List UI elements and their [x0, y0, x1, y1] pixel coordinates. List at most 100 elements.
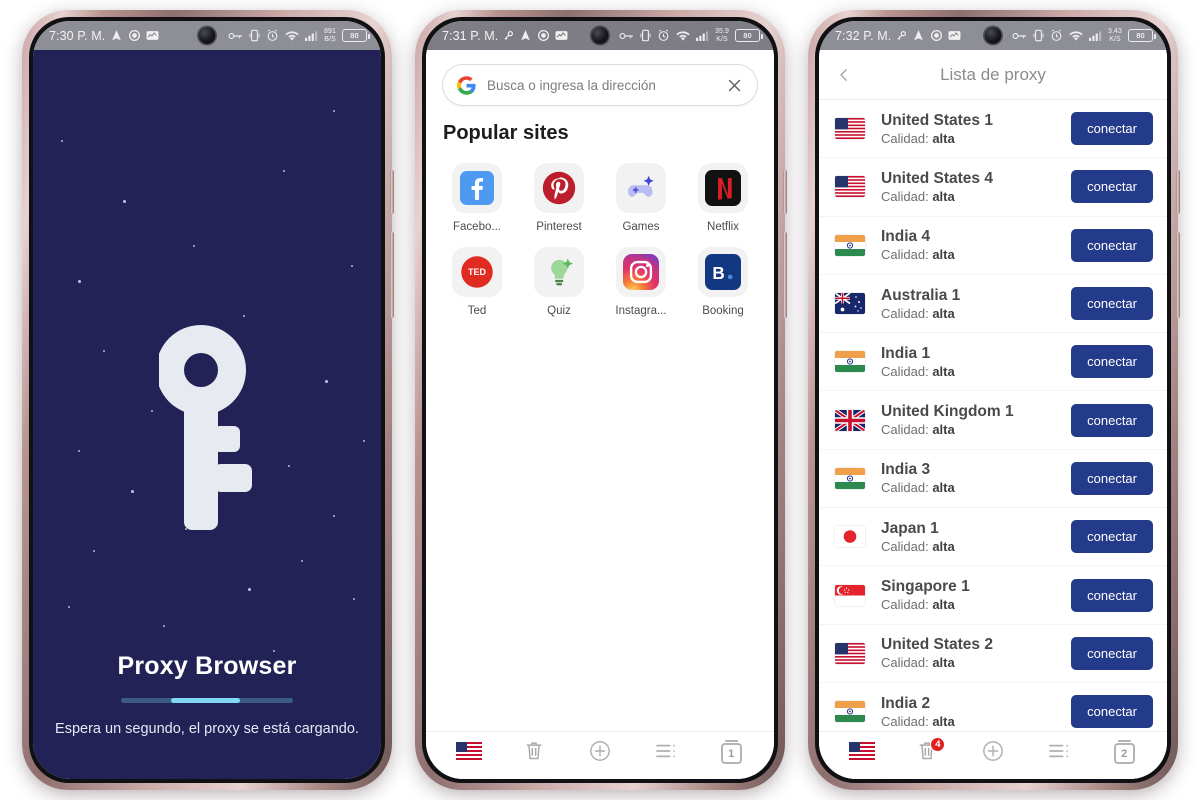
- toolbar-tabs-button[interactable]: 2: [1102, 737, 1146, 771]
- connect-button[interactable]: conectar: [1071, 287, 1153, 321]
- connect-button[interactable]: conectar: [1071, 578, 1153, 612]
- jp-flag-icon: [835, 526, 865, 548]
- quality-label: Calidad:: [881, 130, 929, 146]
- au-flag-icon: [835, 293, 865, 315]
- proxy-row[interactable]: India 4 Calidad: alta conectar: [819, 217, 1167, 275]
- toolbar-trash-button[interactable]: [512, 737, 556, 771]
- phone-3-volume-button[interactable]: [1176, 170, 1180, 214]
- site-tile-label: Booking: [702, 305, 744, 317]
- proxy-quality: Calidad: alta: [881, 596, 1071, 613]
- close-icon[interactable]: [726, 77, 743, 94]
- network-speed-indicator: 35.9 K/S: [715, 28, 729, 43]
- screenshot-stage: 7:30 P. M. 891 B/S 80 Proxy Browser Espe…: [0, 0, 1200, 800]
- toolbar-add-tab-button[interactable]: [578, 737, 622, 771]
- wifi-icon: [676, 30, 690, 42]
- proxy-row[interactable]: United States 2 Calidad: alta conectar: [819, 625, 1167, 683]
- proxy-quality: Calidad: alta: [881, 130, 1071, 147]
- status-bar-left: 7:32 P. M.: [835, 29, 961, 43]
- phone-3-power-button[interactable]: [1176, 232, 1180, 318]
- vibrate-icon: [249, 29, 260, 42]
- connect-button[interactable]: conectar: [1071, 112, 1153, 146]
- proxy-row[interactable]: India 2 Calidad: alta conectar: [819, 683, 1167, 731]
- connect-button[interactable]: conectar: [1071, 170, 1153, 204]
- proxy-quality: Calidad: alta: [881, 188, 1071, 205]
- chevron-left-icon[interactable]: [835, 66, 855, 84]
- quality-label: Calidad:: [881, 597, 929, 613]
- wifi-icon: [1069, 30, 1083, 42]
- site-tile-quiz[interactable]: Quiz: [518, 239, 600, 319]
- phone-2-screen: 7:31 P. M. 35.9 K/S 80 Busca o ingresa l…: [426, 21, 774, 779]
- site-tile-pinterest[interactable]: Pinterest: [518, 155, 600, 235]
- quality-label: Calidad:: [881, 480, 929, 496]
- quality-label: Calidad:: [881, 363, 929, 379]
- quality-label: Calidad:: [881, 247, 929, 263]
- vpn-key-icon: [1012, 30, 1027, 42]
- proxy-list[interactable]: United States 1 Calidad: alta conectar Unit…: [819, 100, 1167, 731]
- status-bar: 7:32 P. M. 3.43 K/S 80: [819, 21, 1167, 50]
- search-bar[interactable]: Busca o ingresa la dirección: [442, 64, 758, 106]
- signal-icon: [1088, 30, 1102, 42]
- browser-toolbar: 4 2: [819, 731, 1167, 779]
- phone-2-volume-button[interactable]: [783, 170, 787, 214]
- phone-2-power-button[interactable]: [783, 232, 787, 318]
- loading-message: Espera un segundo, el proxy se está carg…: [55, 721, 359, 737]
- us-flag-icon: [455, 742, 482, 765]
- toolbar-menu-button[interactable]: [644, 737, 688, 771]
- proxy-quality: Calidad: alta: [881, 305, 1071, 322]
- quality-value: alta: [932, 247, 955, 263]
- proxy-row[interactable]: Singapore 1 Calidad: alta conectar: [819, 566, 1167, 625]
- chart-icon: [555, 29, 568, 42]
- quality-value: alta: [932, 713, 955, 729]
- sg-flag-icon: [835, 584, 865, 606]
- gb-flag-icon: [835, 409, 865, 431]
- proxy-name: India 2: [881, 694, 931, 712]
- connect-button[interactable]: conectar: [1071, 403, 1153, 437]
- toolbar-add-tab-button[interactable]: [971, 737, 1015, 771]
- toolbar-tabs-button[interactable]: 1: [709, 737, 753, 771]
- connect-button[interactable]: conectar: [1071, 636, 1153, 670]
- toolbar-trash-button[interactable]: 4: [905, 736, 949, 771]
- site-tile-instagram[interactable]: Instagra...: [600, 239, 682, 319]
- proxy-row[interactable]: India 3 Calidad: alta conectar: [819, 450, 1167, 509]
- connect-button[interactable]: conectar: [1071, 345, 1153, 379]
- proxy-info: United States 2 Calidad: alta: [881, 635, 1071, 671]
- pinterest-icon: [534, 163, 584, 213]
- connect-button[interactable]: conectar: [1071, 695, 1153, 729]
- toolbar-country-flag-button[interactable]: [447, 737, 491, 771]
- phone-3-bezel: 7:32 P. M. 3.43 K/S 80 Lista de proxy Un…: [815, 17, 1171, 783]
- connect-button[interactable]: conectar: [1071, 461, 1153, 495]
- proxy-name: India 4: [881, 228, 931, 246]
- proxy-row[interactable]: Australia 1 Calidad: alta conectar: [819, 275, 1167, 334]
- trash-count-badge: 4: [930, 736, 946, 752]
- proxy-row[interactable]: Japan 1 Calidad: alta conectar: [819, 508, 1167, 567]
- proxy-info: India 2 Calidad: alta: [881, 694, 1071, 730]
- phone-1-volume-button[interactable]: [390, 170, 394, 214]
- quality-value: alta: [932, 363, 955, 379]
- site-tile-netflix[interactable]: Netflix: [682, 155, 764, 235]
- proxy-name: India 3: [881, 461, 931, 479]
- toolbar-menu-button[interactable]: [1037, 737, 1081, 771]
- network-speed-indicator: 891 B/S: [324, 28, 336, 43]
- list-menu-icon: [1048, 742, 1070, 765]
- proxy-row[interactable]: United Kingdom 1 Calidad: alta conectar: [819, 391, 1167, 450]
- netflix-icon: [698, 163, 748, 213]
- phone-1-power-button[interactable]: [390, 232, 394, 318]
- site-tile-games[interactable]: Games: [600, 155, 682, 235]
- battery-level: 80: [350, 31, 359, 40]
- site-tile-booking[interactable]: B Booking: [682, 239, 764, 319]
- proxy-row[interactable]: United States 1 Calidad: alta conectar: [819, 100, 1167, 159]
- proxy-row[interactable]: India 1 Calidad: alta conectar: [819, 333, 1167, 392]
- connect-button[interactable]: conectar: [1071, 228, 1153, 262]
- location-icon: [110, 29, 123, 42]
- search-input[interactable]: Busca o ingresa la dirección: [487, 78, 715, 93]
- site-tile-ted[interactable]: TED Ted: [436, 239, 518, 319]
- proxy-info: United Kingdom 1 Calidad: alta: [881, 402, 1071, 438]
- proxy-row[interactable]: United States 4 Calidad: alta conectar: [819, 158, 1167, 217]
- proxy-info: Singapore 1 Calidad: alta: [881, 577, 1071, 613]
- connect-button[interactable]: conectar: [1071, 520, 1153, 554]
- site-tile-label: Pinterest: [536, 221, 582, 233]
- proxy-info: India 4 Calidad: alta: [881, 227, 1071, 263]
- toolbar-country-flag-button[interactable]: [840, 737, 884, 771]
- site-tile-facebook[interactable]: Facebo...: [436, 155, 518, 235]
- status-bar: 7:31 P. M. 35.9 K/S 80: [426, 21, 774, 50]
